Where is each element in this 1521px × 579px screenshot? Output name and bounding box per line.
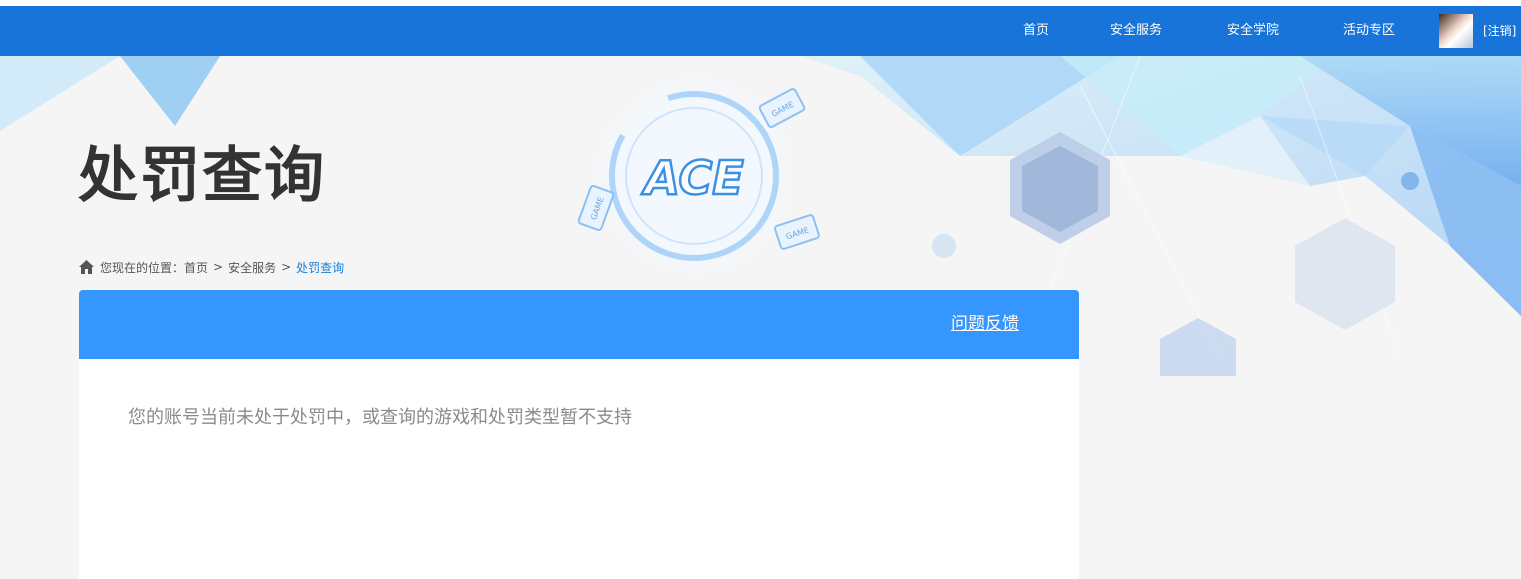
avatar[interactable] — [1439, 14, 1473, 48]
breadcrumb-separator: > — [281, 260, 292, 274]
breadcrumb-current: 处罚查询 — [296, 260, 345, 275]
breadcrumb-home[interactable]: 首页 — [184, 259, 208, 276]
breadcrumb: 您现在的位置： 首页 > 安全服务 > 处罚查询 — [79, 258, 344, 276]
nav-item-security-academy[interactable]: 安全学院 — [1227, 6, 1279, 56]
nav-item-home[interactable]: 首页 — [1023, 6, 1049, 56]
nav-item-security-service[interactable]: 安全服务 — [1110, 6, 1162, 56]
result-panel: 您的账号当前未处于处罚中，或查询的游戏和处罚类型暂不支持 — [79, 359, 1079, 579]
panel-header: 问题反馈 — [79, 290, 1079, 359]
home-icon — [79, 260, 94, 274]
page-title: 处罚查询 — [78, 141, 326, 211]
breadcrumb-prefix: 您现在的位置： — [100, 260, 185, 275]
result-message: 您的账号当前未处于处罚中，或查询的游戏和处罚类型暂不支持 — [128, 407, 632, 428]
top-navbar: 首页 安全服务 安全学院 活动专区 [注销] — [0, 6, 1521, 56]
nav-item-events[interactable]: 活动专区 — [1343, 6, 1395, 56]
breadcrumb-separator: > — [213, 260, 224, 274]
ace-logo: ACE — [641, 151, 743, 205]
logout-link[interactable]: [注销] — [1483, 6, 1516, 56]
breadcrumb-security-service[interactable]: 安全服务 — [228, 259, 276, 276]
feedback-link[interactable]: 问题反馈 — [951, 290, 1019, 359]
